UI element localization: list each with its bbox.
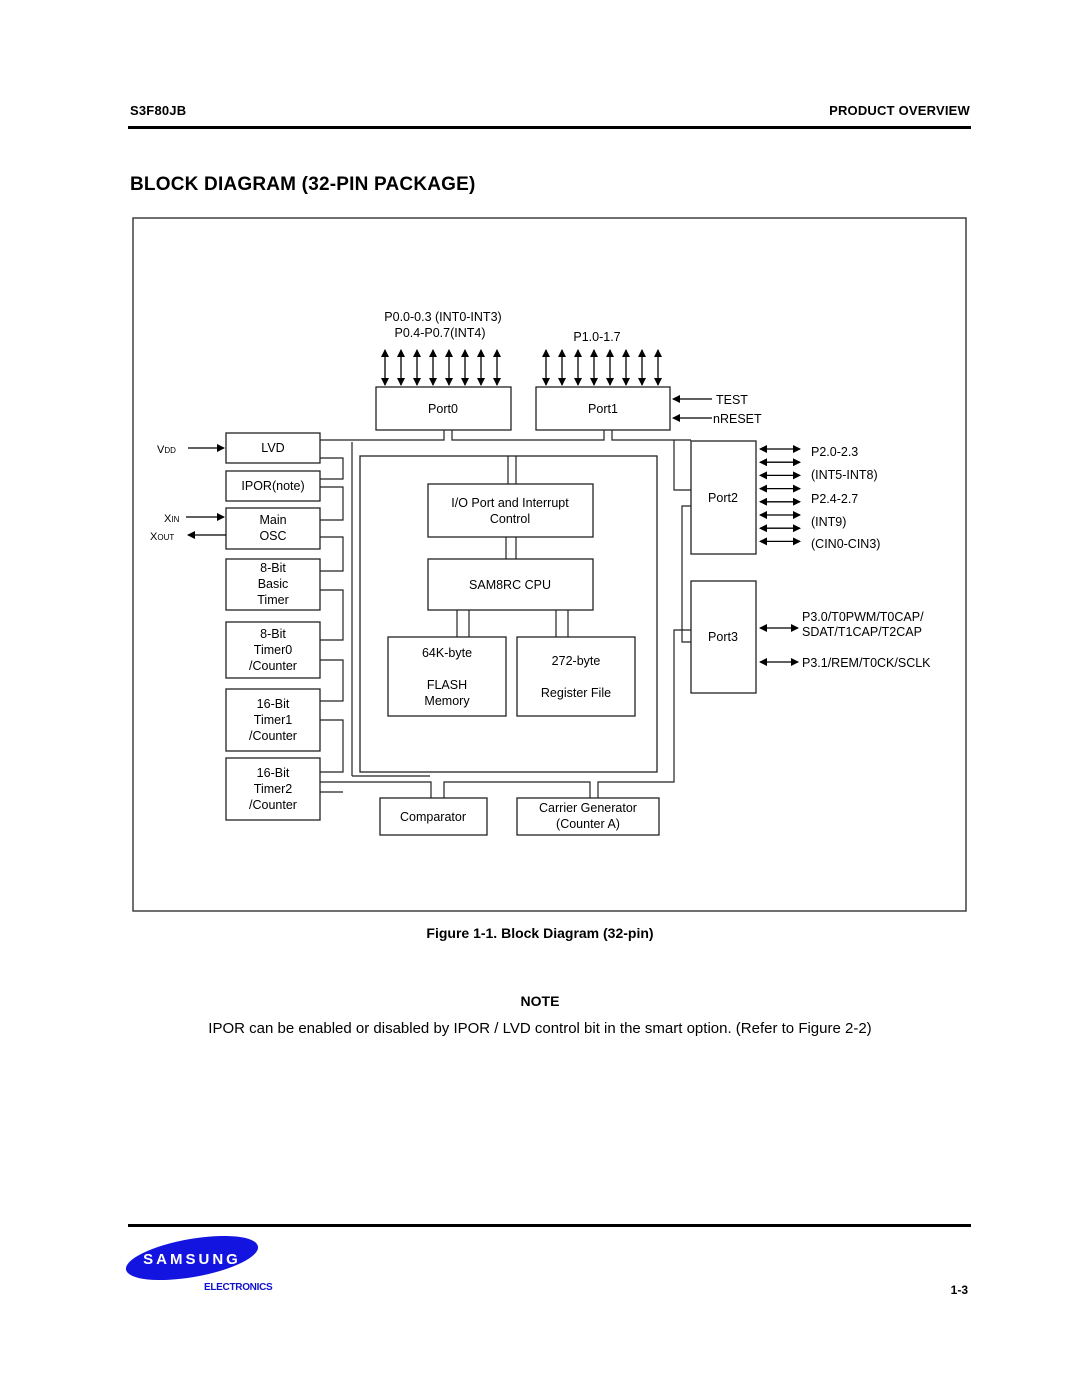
basic-timer-label-2: Basic <box>258 577 289 591</box>
lvd-label: LVD <box>261 441 284 455</box>
osc-label-2: OSC <box>259 529 286 543</box>
timer0-label-2: Timer0 <box>254 643 292 657</box>
logo-subtext: ELECTRONICS <box>204 1282 273 1293</box>
port1-pin-label: P1.0-1.7 <box>573 330 620 344</box>
note-body: IPOR can be enabled or disabled by IPOR … <box>208 1020 872 1037</box>
note-heading: NOTE <box>520 993 560 1009</box>
port2-pin-arrows <box>759 445 801 546</box>
carrier-label-1: Carrier Generator <box>539 801 637 815</box>
port2-pin-label-3: P2.4-2.7 <box>811 492 858 506</box>
figure-caption: Figure 1-1. Block Diagram (32-pin) <box>426 925 654 941</box>
port3-label: Port3 <box>708 630 738 644</box>
timer2-label-1: 16-Bit <box>257 766 290 780</box>
port2-pin-label-1: P2.0-2.3 <box>811 445 858 459</box>
register-file-block <box>516 636 636 717</box>
timer1-label-2: Timer1 <box>254 713 292 727</box>
xout-label: XOUT <box>150 531 174 543</box>
io-control-label-1: I/O Port and Interrupt <box>451 496 569 510</box>
osc-label-1: Main <box>259 513 286 527</box>
block-diagram: P0.0-0.3 (INT0-INT3) P0.4-P0.7(INT4) P1.… <box>132 217 967 912</box>
timer2-label-3: /Counter <box>249 798 297 812</box>
register-file-label-1: 272-byte <box>552 654 601 668</box>
comparator-label: Comparator <box>400 810 466 824</box>
timer0-label-1: 8-Bit <box>260 627 286 641</box>
timer0-label-3: /Counter <box>249 659 297 673</box>
io-interrupt-control-block <box>427 483 594 538</box>
timer1-label-3: /Counter <box>249 729 297 743</box>
basic-timer-label-1: 8-Bit <box>260 561 286 575</box>
port0-pin-label-2: P0.4-P0.7(INT4) <box>394 326 485 340</box>
nreset-label: nRESET <box>713 412 762 426</box>
flash-label-3: Memory <box>424 694 470 708</box>
carrier-label-2: (Counter A) <box>556 817 620 831</box>
port3-pin-label-1: P3.0/T0PWM/T0CAP/ <box>802 610 924 624</box>
system-bus <box>320 430 691 798</box>
port2-pin-label-5: (CIN0-CIN3) <box>811 537 880 551</box>
port1-label: Port1 <box>588 402 618 416</box>
page-number: 1-3 <box>950 1283 968 1297</box>
timer2-label-2: Timer2 <box>254 782 292 796</box>
basic-timer-label-3: Timer <box>257 593 288 607</box>
vdd-label: VDD <box>157 444 176 456</box>
port0-pin-arrows <box>381 349 501 386</box>
register-file-label-2: Register File <box>541 686 611 700</box>
port2-pin-label-2: (INT5-INT8) <box>811 468 878 482</box>
port1-pin-arrows <box>542 349 662 386</box>
xin-label: XIN <box>164 513 180 525</box>
port3-pin-arrows <box>759 624 799 666</box>
flash-label-2: FLASH <box>427 678 467 692</box>
port3-pin-label-3: P3.1/REM/T0CK/SCLK <box>802 656 931 670</box>
ipor-label: IPOR(note) <box>241 479 304 493</box>
cpu-label: SAM8RC CPU <box>469 578 551 592</box>
svg-text:SAMSUNG: SAMSUNG <box>143 1251 241 1268</box>
port0-pin-label-1: P0.0-0.3 (INT0-INT3) <box>384 310 501 324</box>
test-label: TEST <box>716 393 748 407</box>
timer1-label-1: 16-Bit <box>257 697 290 711</box>
port0-label: Port0 <box>428 402 458 416</box>
port2-label: Port2 <box>708 491 738 505</box>
footer-rule <box>128 1224 971 1227</box>
port3-pin-label-2: SDAT/T1CAP/T2CAP <box>802 625 922 639</box>
flash-label-1: 64K-byte <box>422 646 472 660</box>
io-control-label-2: Control <box>490 512 530 526</box>
samsung-logo: SAMSUNG <box>125 1236 259 1281</box>
port2-pin-label-4: (INT9) <box>811 515 846 529</box>
